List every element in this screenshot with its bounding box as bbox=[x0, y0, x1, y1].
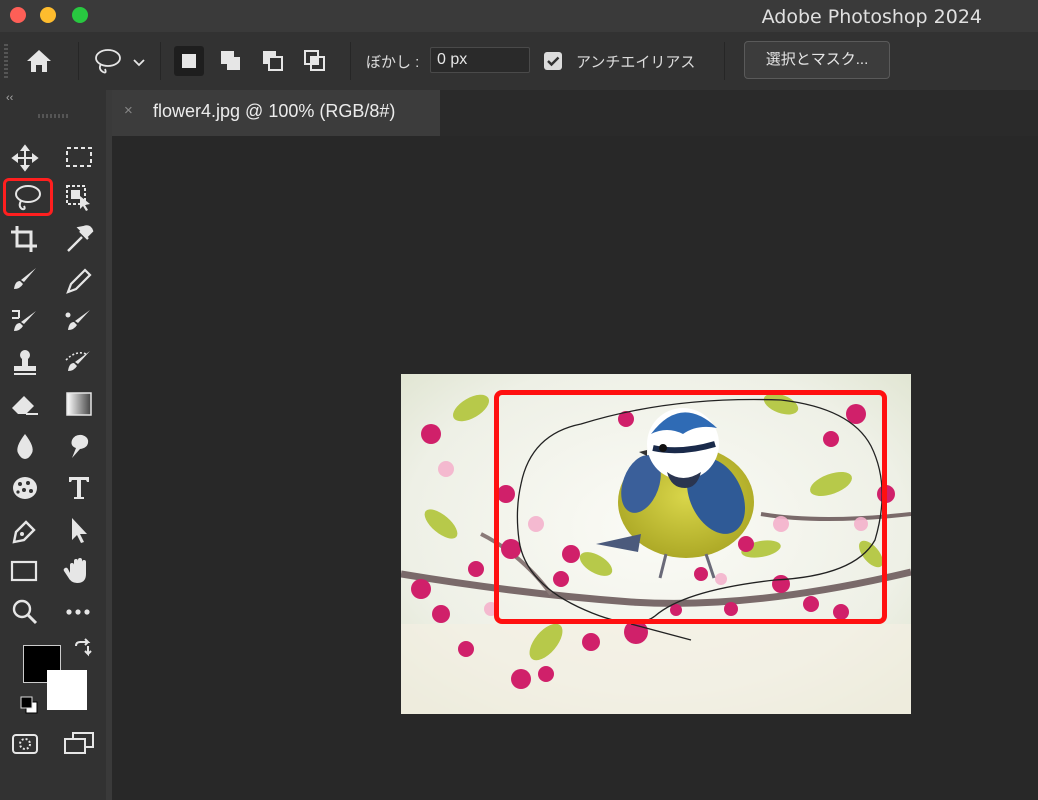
minimize-window-button[interactable] bbox=[40, 7, 56, 23]
zoom-window-button[interactable] bbox=[72, 7, 88, 23]
title-bar: Adobe Photoshop 2024 bbox=[0, 0, 1038, 32]
crop-tool-icon[interactable] bbox=[8, 223, 42, 255]
antialias-label: アンチエイリアス bbox=[576, 54, 696, 71]
antialias-checkbox[interactable] bbox=[544, 52, 562, 70]
document-tab-bar: × flower4.jpg @ 100% (RGB/8#) bbox=[112, 90, 1038, 136]
app-title: Adobe Photoshop 2024 bbox=[761, 6, 982, 28]
intersect-with-selection-mode-button[interactable] bbox=[300, 46, 330, 76]
toolbar-grip[interactable] bbox=[38, 114, 68, 118]
options-bar-grip[interactable] bbox=[4, 44, 8, 78]
collapse-toolbar-button[interactable]: ‹‹ bbox=[6, 92, 13, 104]
options-bar: ぼかし : アンチエイリアス 選択とマスク... bbox=[0, 32, 1038, 91]
lasso-tool-preset-picker[interactable] bbox=[92, 46, 152, 76]
feather-label: ぼかし : bbox=[366, 54, 420, 71]
blur-tool-icon[interactable] bbox=[8, 430, 42, 462]
eraser-tool-icon[interactable] bbox=[8, 388, 42, 420]
close-window-button[interactable] bbox=[10, 7, 26, 23]
clone-stamp-tool-icon[interactable] bbox=[8, 346, 42, 378]
smudge-tool-icon[interactable] bbox=[62, 430, 96, 462]
zoom-tool-icon[interactable] bbox=[8, 596, 42, 628]
hand-tool-icon[interactable] bbox=[62, 555, 96, 587]
new-selection-mode-button[interactable] bbox=[174, 46, 204, 76]
feather-input[interactable] bbox=[430, 47, 530, 73]
more-tools-icon[interactable] bbox=[62, 596, 96, 628]
sponge-tool-icon[interactable] bbox=[8, 472, 42, 504]
gradient-tool-icon[interactable] bbox=[62, 388, 96, 420]
screen-mode-icon[interactable] bbox=[62, 728, 96, 760]
subtract-from-selection-mode-button[interactable] bbox=[258, 46, 288, 76]
object-selection-tool-icon[interactable] bbox=[62, 182, 96, 214]
pen-tool-icon[interactable] bbox=[8, 514, 42, 546]
home-icon[interactable] bbox=[24, 46, 54, 76]
document-tab-title: flower4.jpg @ 100% (RGB/8#) bbox=[153, 101, 396, 121]
document-tab[interactable]: × flower4.jpg @ 100% (RGB/8#) bbox=[112, 90, 440, 136]
default-colors-icon[interactable] bbox=[18, 694, 40, 716]
brush-tool-icon[interactable] bbox=[8, 264, 42, 296]
type-tool-icon[interactable] bbox=[62, 472, 96, 504]
separator bbox=[78, 42, 79, 80]
pencil-tool-icon[interactable] bbox=[62, 264, 96, 296]
mixer-brush-tool-icon[interactable] bbox=[62, 305, 96, 337]
healing-brush-tool-icon[interactable] bbox=[62, 346, 96, 378]
rectangle-tool-icon[interactable] bbox=[8, 555, 42, 587]
swap-colors-icon[interactable] bbox=[72, 638, 96, 662]
separator bbox=[350, 42, 351, 80]
quick-mask-mode-icon[interactable] bbox=[8, 728, 42, 760]
selection-highlight-box bbox=[494, 390, 887, 624]
move-tool-icon[interactable] bbox=[8, 142, 42, 174]
separator bbox=[160, 42, 161, 80]
background-color-swatch[interactable] bbox=[47, 670, 87, 710]
add-to-selection-mode-button[interactable] bbox=[216, 46, 246, 76]
tab-close-icon[interactable]: × bbox=[124, 102, 133, 119]
separator bbox=[724, 42, 725, 80]
rectangular-marquee-tool-icon[interactable] bbox=[62, 142, 96, 174]
history-brush-tool-icon[interactable] bbox=[8, 305, 42, 337]
eyedropper-tool-icon[interactable] bbox=[62, 223, 96, 255]
lasso-tool-highlight bbox=[3, 178, 53, 216]
path-selection-tool-icon[interactable] bbox=[62, 514, 96, 546]
select-and-mask-button[interactable]: 選択とマスク... bbox=[744, 41, 890, 79]
